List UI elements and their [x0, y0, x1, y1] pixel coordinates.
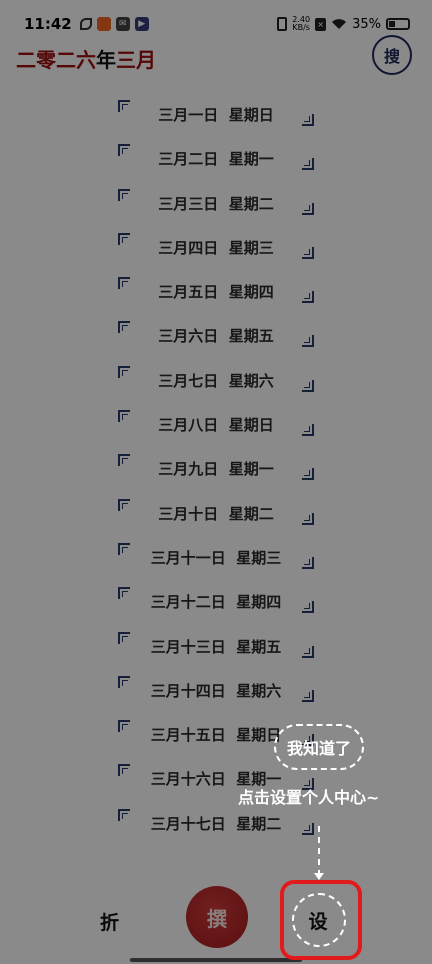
- settings-highlight-circle: [292, 893, 346, 947]
- guide-overlay[interactable]: [0, 0, 432, 964]
- guide-hint: 点击设置个人中心~: [238, 788, 380, 807]
- got-it-button[interactable]: 我知道了: [274, 724, 364, 770]
- arrow-down-icon: [314, 826, 324, 880]
